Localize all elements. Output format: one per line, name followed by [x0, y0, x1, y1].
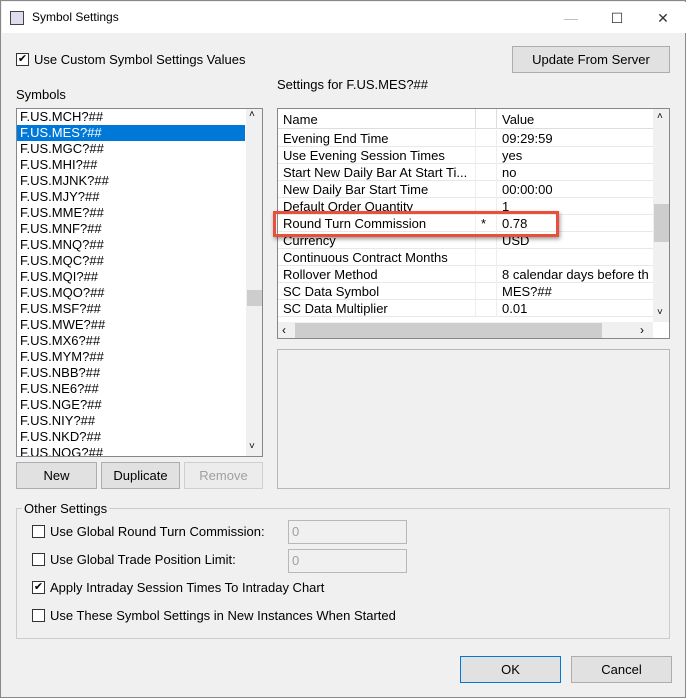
symbol-list-item[interactable]: F.US.NBB?##	[17, 365, 245, 381]
setting-value[interactable]: 09:29:59	[502, 131, 553, 146]
symbol-settings-dialog: Symbol Settings — ☐ ✕ ✔ Use Custom Symbo…	[0, 0, 686, 698]
app-icon	[10, 11, 24, 25]
use-custom-label: Use Custom Symbol Settings Values	[34, 52, 246, 67]
description-panel	[277, 349, 670, 489]
global-commission-checkbox[interactable]	[32, 525, 45, 538]
grid-row[interactable]: Continuous Contract Months	[278, 249, 653, 266]
symbol-list-item[interactable]: F.US.MWE?##	[17, 317, 245, 333]
scroll-right-icon[interactable]: ›	[640, 323, 644, 337]
symbols-label: Symbols	[16, 87, 66, 102]
highlight-box	[273, 211, 559, 237]
scroll-down-icon[interactable]: ˅	[657, 307, 663, 318]
symbol-list-item[interactable]: F.US.MNF?##	[17, 221, 245, 237]
symbol-list-item[interactable]: F.US.MQC?##	[17, 253, 245, 269]
global-limit-checkbox[interactable]	[32, 553, 45, 566]
setting-value[interactable]: MES?##	[502, 284, 552, 299]
global-commission-input: 0	[288, 520, 407, 544]
symbol-list-item[interactable]: F.US.MQO?##	[17, 285, 245, 301]
close-button[interactable]: ✕	[640, 3, 686, 33]
scroll-down-icon[interactable]: ˅	[249, 441, 255, 452]
setting-name: SC Data Symbol	[283, 284, 380, 299]
settings-title: Settings for F.US.MES?##	[277, 77, 429, 92]
grid-row[interactable]: SC Data Symbol MES?##	[278, 283, 653, 300]
global-limit-input: 0	[288, 549, 407, 573]
grid-hscroll[interactable]: ‹ ›	[278, 322, 653, 338]
global-limit-label: Use Global Trade Position Limit:	[50, 552, 236, 567]
symbol-list-item[interactable]: F.US.NGE?##	[17, 397, 245, 413]
symbol-list-item[interactable]: F.US.MJNK?##	[17, 173, 245, 189]
setting-value[interactable]: 0.01	[502, 301, 527, 316]
symbol-list-item[interactable]: F.US.MJY?##	[17, 189, 245, 205]
update-from-server-button[interactable]: Update From Server	[512, 46, 670, 73]
grid-row[interactable]: SC Data Multiplier 0.01	[278, 300, 653, 317]
maximize-button[interactable]: ☐	[594, 3, 640, 33]
grid-row[interactable]: Start New Daily Bar At Start Ti... no	[278, 164, 653, 181]
new-instances-label: Use These Symbol Settings in New Instanc…	[50, 608, 396, 623]
header-name[interactable]: Name	[283, 112, 318, 127]
setting-value[interactable]: yes	[502, 148, 522, 163]
title-bar: Symbol Settings — ☐ ✕	[2, 2, 686, 33]
symbol-list-item[interactable]: F.US.MCH?##	[17, 109, 245, 125]
symbol-list-item[interactable]: F.US.MX6?##	[17, 333, 245, 349]
symbol-list-item[interactable]: F.US.MNQ?##	[17, 237, 245, 253]
setting-name: Rollover Method	[283, 267, 378, 282]
grid-row[interactable]: Use Evening Session Times yes	[278, 147, 653, 164]
symbol-list-item[interactable]: F.US.MGC?##	[17, 141, 245, 157]
setting-name: Continuous Contract Months	[283, 250, 448, 265]
intraday-checkbox[interactable]: ✔	[32, 581, 45, 594]
other-settings-title: Other Settings	[22, 501, 110, 516]
grid-row[interactable]: Rollover Method 8 calendar days before th	[278, 266, 653, 283]
minimize-button[interactable]: —	[548, 3, 594, 33]
symbol-list-item[interactable]: F.US.MES?##	[17, 125, 245, 141]
symbol-list-item[interactable]: F.US.MQI?##	[17, 269, 245, 285]
window-title: Symbol Settings	[32, 10, 119, 24]
setting-value[interactable]: no	[502, 165, 516, 180]
duplicate-button[interactable]: Duplicate	[101, 462, 180, 489]
setting-name: Start New Daily Bar At Start Ti...	[283, 165, 468, 180]
symbol-list-item[interactable]: F.US.MYM?##	[17, 349, 245, 365]
new-instances-checkbox[interactable]	[32, 609, 45, 622]
setting-name: Use Evening Session Times	[283, 148, 445, 163]
grid-row[interactable]: New Daily Bar Start Time 00:00:00	[278, 181, 653, 198]
ok-button[interactable]: OK	[460, 656, 561, 683]
symbols-list[interactable]: F.US.MCH?## F.US.MES?## F.US.MGC?## F.US.MH…	[16, 108, 263, 457]
symbol-list-item[interactable]: F.US.MME?##	[17, 205, 245, 221]
setting-name: New Daily Bar Start Time	[283, 182, 429, 197]
symbols-scrollbar[interactable]: ˄ ˅	[246, 109, 262, 456]
symbol-list-item[interactable]: F.US.NE6?##	[17, 381, 245, 397]
setting-name: Evening End Time	[283, 131, 389, 146]
global-commission-label: Use Global Round Turn Commission:	[50, 524, 265, 539]
setting-value[interactable]: 8 calendar days before th	[502, 267, 649, 282]
symbol-list-item[interactable]: F.US.NIY?##	[17, 413, 245, 429]
intraday-label: Apply Intraday Session Times To Intraday…	[50, 580, 325, 595]
hscroll-thumb[interactable]	[295, 323, 602, 338]
scroll-up-icon[interactable]: ˄	[657, 111, 663, 122]
cancel-button[interactable]: Cancel	[571, 656, 672, 683]
scroll-thumb[interactable]	[247, 290, 262, 306]
grid-row[interactable]: Evening End Time 09:29:59	[278, 130, 653, 147]
scroll-left-icon[interactable]: ‹	[282, 323, 286, 337]
symbol-list-item[interactable]: F.US.MHI?##	[17, 157, 245, 173]
scroll-up-icon[interactable]: ˄	[249, 109, 255, 120]
new-button[interactable]: New	[16, 462, 97, 489]
header-value[interactable]: Value	[502, 112, 534, 127]
setting-value[interactable]: 00:00:00	[502, 182, 553, 197]
grid-vscroll[interactable]: ˄ ˅	[653, 109, 669, 322]
remove-button: Remove	[184, 462, 263, 489]
setting-name: SC Data Multiplier	[283, 301, 388, 316]
symbol-list-item[interactable]: F.US.MSF?##	[17, 301, 245, 317]
grid-header: Name Value	[278, 109, 653, 129]
use-custom-checkbox[interactable]: ✔	[16, 53, 29, 66]
symbol-list-item[interactable]: F.US.NKD?##	[17, 429, 245, 445]
scroll-thumb[interactable]	[654, 204, 669, 242]
symbol-list-item[interactable]: F.US.NQG?##	[17, 445, 245, 456]
